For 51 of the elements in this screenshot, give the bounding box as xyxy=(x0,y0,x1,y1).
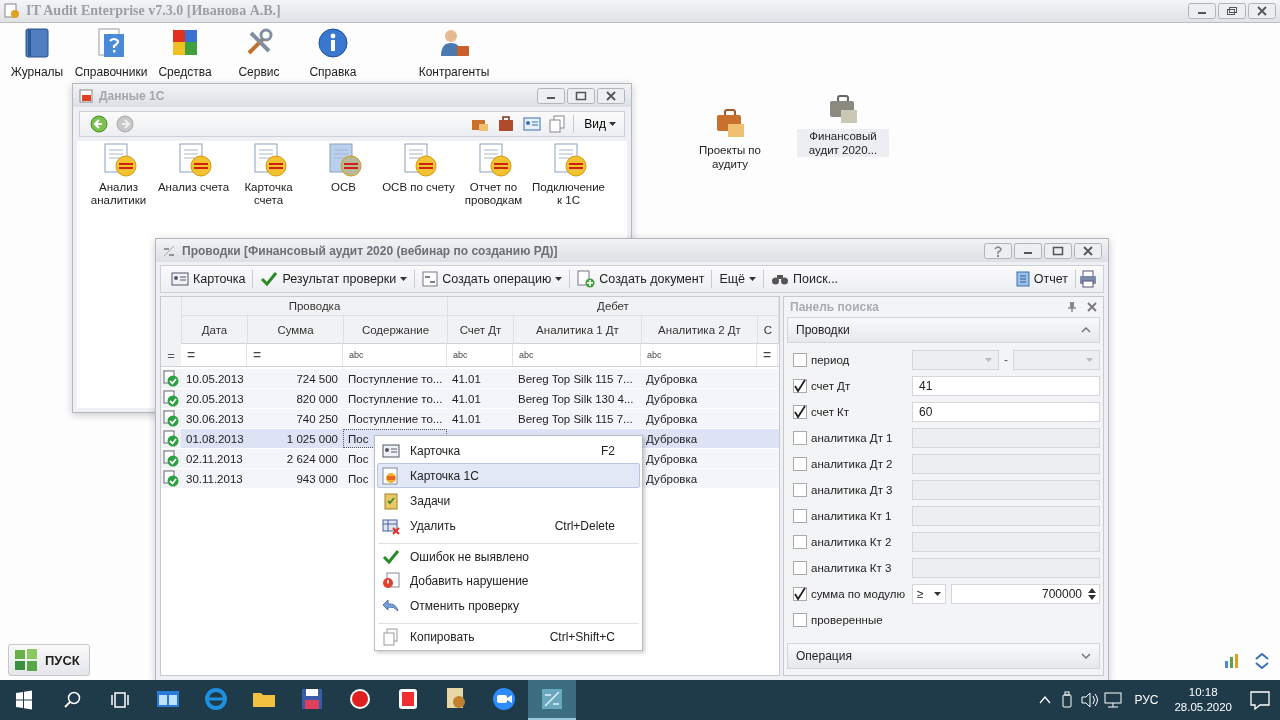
shortcut-label: Ctrl+Shift+C xyxy=(549,629,615,644)
table-cell: 02.11.2013 xyxy=(186,452,243,465)
table-cell: 41.01 xyxy=(452,392,481,405)
filter-label: счет Дт xyxy=(811,380,852,392)
table-cell: 20.05.2013 xyxy=(186,392,244,405)
table-cell: 740 250 xyxy=(296,412,338,425)
table-cell: Дубровка xyxy=(646,392,698,405)
range-separator: - xyxy=(1004,353,1008,367)
filter-label: аналитика Кт 1 xyxy=(811,510,893,522)
table-cell: 41.01 xyxy=(452,372,481,385)
table-cell: Поступление то... xyxy=(348,412,443,425)
table-cell: Пос xyxy=(348,452,369,465)
filter-label: аналитика Дт 3 xyxy=(811,484,894,496)
filter-label: аналитика Дт 2 xyxy=(811,458,894,470)
table-cell: 41.01 xyxy=(452,412,481,425)
table-cell: Дубровка xyxy=(646,452,698,465)
table-cell: 10.05.2013 xyxy=(186,372,244,385)
table-cell: Пос xyxy=(348,432,369,445)
column-group-header: Проводка xyxy=(182,297,448,316)
table-cell: 01.08.2013 xyxy=(186,432,244,445)
table-cell: Bereg Top Silk 130 4... xyxy=(518,392,634,405)
table-cell: 30.11.2013 xyxy=(186,472,243,485)
filter-label: аналитика Кт 3 xyxy=(811,562,893,574)
table-cell: 1 025 000 xyxy=(286,432,338,445)
table-cell: Поступление то... xyxy=(348,392,443,405)
table-cell: 943 000 xyxy=(296,472,338,485)
table-cell: 820 000 xyxy=(296,392,338,405)
shortcut-label: Ctrl+Delete xyxy=(554,518,615,533)
table-cell: Дубровка xyxy=(646,412,698,425)
table-cell: Дубровка xyxy=(646,432,698,445)
shortcut-label: F2 xyxy=(601,443,615,458)
table-cell: 2 624 000 xyxy=(286,452,338,465)
table-cell: Пос xyxy=(348,472,369,485)
filter-label: сумма по модулю xyxy=(811,588,907,600)
window-title: Проводки [Финансовый аудит 2020 (вебинар по созданию РД)] xyxy=(182,243,558,258)
window-title: Данные 1С xyxy=(99,88,165,103)
panel-title: Панель поиска xyxy=(790,300,879,314)
column-group-header: Дебет xyxy=(448,297,779,316)
table-cell: Дубровка xyxy=(646,472,698,485)
filter-label: период xyxy=(811,354,851,366)
table-cell: Дубровка xyxy=(646,372,698,385)
table-cell: 724 500 xyxy=(296,372,338,385)
filter-label: аналитика Дт 1 xyxy=(811,432,894,444)
table-cell: 30.06.2013 xyxy=(186,412,244,425)
filter-label: аналитика Кт 2 xyxy=(811,536,893,548)
table-cell: Поступление то... xyxy=(348,372,443,385)
filter-label: проверенные xyxy=(811,614,884,626)
table-cell: Bereg Top Silk 115 7... xyxy=(518,372,633,385)
table-cell: Bereg Top Silk 115 7... xyxy=(518,412,633,425)
filter-label: счет Кт xyxy=(811,406,851,418)
window-title: IT Audit Enterprise v7.3.0 [Иванова А.В.] xyxy=(26,3,281,19)
